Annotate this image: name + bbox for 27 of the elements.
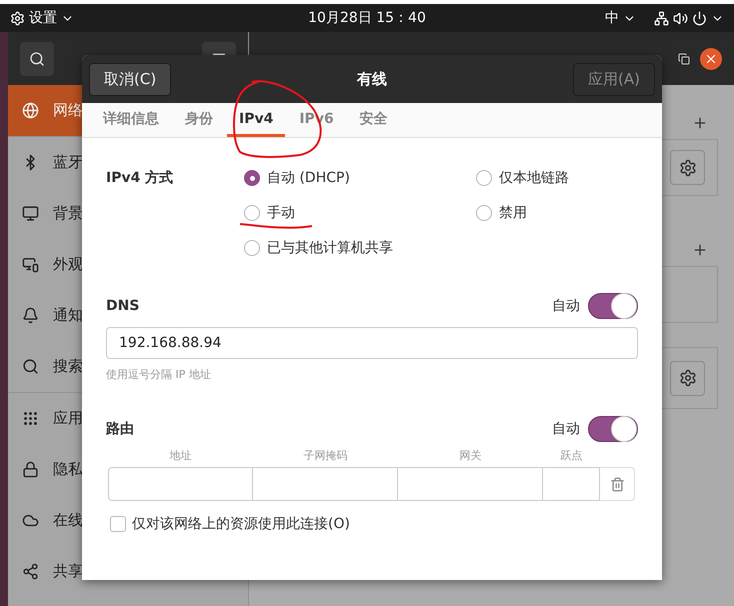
toggle-label: 自动 [552,420,580,438]
sidebar-label: 在线 [53,511,83,530]
column-header: 地址 [168,448,192,463]
sidebar-label: 网络 [53,101,83,120]
sidebar-label: 蓝牙 [53,153,83,172]
column-header: 网关 [458,448,482,463]
section-label: DNS [106,298,140,314]
section-label: 路由 [106,420,134,438]
sidebar-label: 隐私 [53,460,83,479]
radio-label: 已与其他计算机共享 [267,239,393,257]
sidebar-label: 应用 [53,409,83,428]
radio-label: 自动 (DHCP) [267,169,350,187]
dialog-title: 有线 [356,70,388,88]
column-header: 跃点 [560,448,584,463]
hint-text: 使用逗号分隔 IP 地址 [106,367,212,382]
section-label: IPv4 方式 [106,169,174,187]
column-header: 子网掩码 [302,448,348,463]
sidebar-label: 共享 [53,562,83,581]
radio-label: 仅本地链路 [499,169,569,187]
toggle-label: 自动 [552,297,580,315]
sidebar-label: 搜索 [53,357,83,376]
checkbox-label: 仅对该网络上的资源使用此连接(O) [132,515,350,533]
sidebar-label: 背景 [53,204,83,223]
sidebar-label: 外观 [53,255,83,274]
radio-label: 禁用 [499,204,527,222]
radio-label: 手动 [267,204,295,222]
sidebar-label: 通知 [53,306,83,325]
